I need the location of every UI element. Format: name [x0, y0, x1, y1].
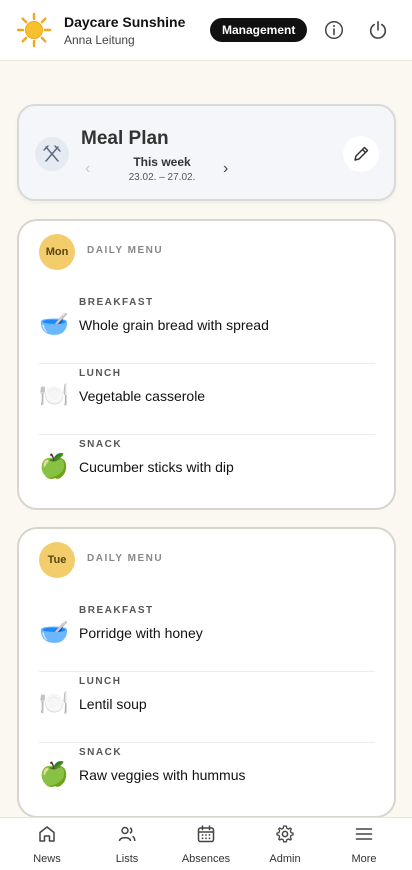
day-badge: Mon — [39, 234, 75, 270]
meal-type: BREAKFAST — [79, 605, 154, 616]
menu-icon — [355, 828, 373, 840]
nav-label: Admin — [269, 853, 301, 865]
users-icon — [118, 826, 136, 842]
nav-item-news[interactable]: News — [12, 818, 82, 870]
meal-row-snack: 🍏 SNACK Raw veggies with hummus — [39, 743, 375, 814]
bowl-icon: 🥣 — [39, 619, 69, 646]
gear-icon — [276, 825, 294, 843]
meal-row-lunch: 🍽️ LUNCH Lentil soup — [39, 672, 375, 743]
week-range: 23.02. – 27.02. — [128, 172, 196, 183]
power-icon[interactable] — [368, 20, 388, 40]
home-icon — [39, 826, 55, 842]
week-label: This week — [133, 155, 191, 169]
meal-plan-card: Meal Plan ‹ This week 23.02. – 27.02. › — [17, 104, 396, 201]
page-title: Meal Plan — [81, 128, 169, 149]
chevron-left-icon[interactable]: ‹ — [85, 161, 99, 177]
day-card-tue: Tue DAILY MENU 🥣 BREAKFAST Porridge with… — [17, 527, 396, 818]
fork-knife-icon — [35, 137, 69, 171]
meal-name: Raw veggies with hummus — [79, 767, 246, 783]
org-name: Daycare Sunshine — [64, 14, 186, 30]
meal-name: Lentil soup — [79, 696, 147, 712]
meal-row-breakfast: 🥣 BREAKFAST Whole grain bread with sprea… — [39, 293, 375, 364]
meal-type: BREAKFAST — [79, 297, 154, 308]
day-badge: Tue — [39, 542, 75, 578]
apple-icon: 🍏 — [39, 761, 69, 788]
info-icon[interactable] — [324, 20, 344, 40]
nav-item-more[interactable]: More — [329, 818, 399, 870]
plate-icon: 🍽️ — [39, 382, 69, 409]
day-subtitle: DAILY MENU — [87, 553, 164, 564]
plate-icon: 🍽️ — [39, 690, 69, 717]
meal-name: Porridge with honey — [79, 625, 203, 641]
meal-type: LUNCH — [79, 676, 122, 687]
chevron-right-icon[interactable]: › — [223, 161, 237, 177]
nav-item-admin[interactable]: Admin — [250, 818, 320, 870]
app-header: Daycare Sunshine Anna Leitung Management — [0, 0, 412, 61]
edit-button[interactable] — [343, 136, 379, 172]
meal-type: SNACK — [79, 439, 123, 450]
user-name: Anna Leitung — [64, 33, 135, 47]
apple-icon: 🍏 — [39, 453, 69, 480]
role-badge[interactable]: Management — [210, 18, 308, 42]
meal-row-snack: 🍏 SNACK Cucumber sticks with dip — [39, 435, 375, 506]
meal-name: Vegetable casserole — [79, 388, 206, 404]
calendar-icon — [197, 825, 215, 843]
meal-name: Cucumber sticks with dip — [79, 459, 234, 475]
bowl-icon: 🥣 — [39, 311, 69, 338]
nav-label: Lists — [115, 853, 139, 865]
sun-logo-icon — [16, 12, 52, 48]
bottom-nav: News Lists Absences Admin More — [0, 817, 412, 870]
pencil-icon — [354, 146, 369, 161]
nav-label: More — [351, 853, 377, 865]
meal-type: SNACK — [79, 747, 123, 758]
nav-item-lists[interactable]: Lists — [92, 818, 162, 870]
day-subtitle: DAILY MENU — [87, 245, 164, 256]
nav-item-absences[interactable]: Absences — [171, 818, 241, 870]
nav-label: Absences — [181, 853, 231, 865]
nav-label: News — [33, 853, 61, 865]
meal-type: LUNCH — [79, 368, 122, 379]
day-card-mon: Mon DAILY MENU 🥣 BREAKFAST Whole grain b… — [17, 219, 396, 510]
meal-row-breakfast: 🥣 BREAKFAST Porridge with honey — [39, 601, 375, 672]
meal-row-lunch: 🍽️ LUNCH Vegetable casserole — [39, 364, 375, 435]
meal-name: Whole grain bread with spread — [79, 317, 269, 333]
